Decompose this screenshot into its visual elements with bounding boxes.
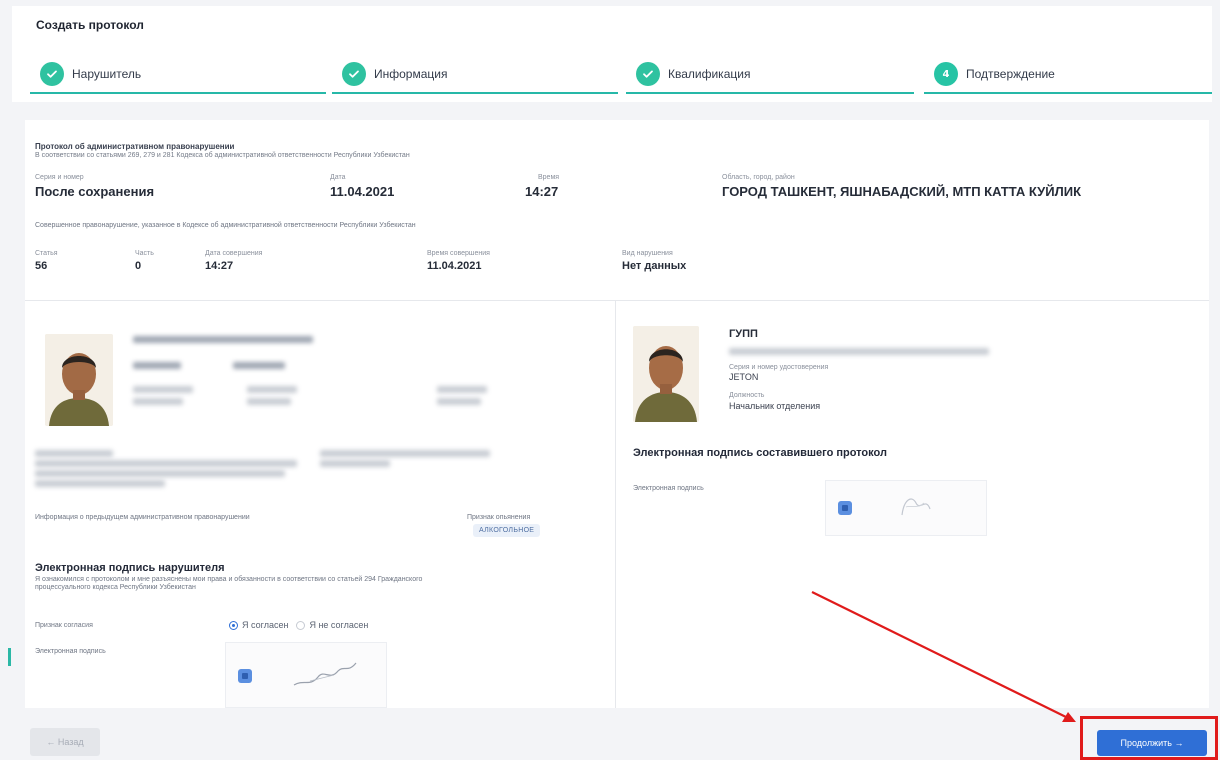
protocol-title: Протокол об административном правонаруше…	[35, 142, 235, 151]
column-divider	[615, 301, 616, 708]
scroll-indicator	[8, 648, 11, 666]
redacted-text	[35, 480, 165, 487]
time-label: Время	[538, 174, 560, 181]
article-label: Статья	[35, 250, 58, 257]
radio-dot-icon	[229, 620, 238, 630]
page-title: Создать протокол	[36, 18, 144, 32]
protocol-card: Протокол об административном правонаруше…	[25, 120, 1209, 708]
consent-no-label: Я не согласен	[309, 620, 369, 630]
step-label: Нарушитель	[72, 67, 142, 81]
redacted-text	[437, 386, 487, 393]
page: Создать протокол Нарушитель Информация К…	[0, 0, 1220, 760]
radio-dot-icon	[296, 620, 306, 630]
redacted-text	[437, 398, 481, 405]
time-value: 14:27	[525, 184, 559, 199]
redacted-text	[35, 460, 297, 467]
signature-scribble-icon	[901, 498, 931, 516]
violator-sig-title: Электронная подпись нарушителя	[35, 562, 225, 574]
step-qualification[interactable]: Квалификация	[626, 56, 914, 94]
redacted-text	[35, 450, 113, 457]
officer-sig-title: Электронная подпись составившего протоко…	[633, 447, 887, 459]
redacted-text	[133, 398, 183, 405]
redacted-text	[320, 460, 390, 467]
date-value: 11.04.2021	[330, 184, 395, 199]
position-value: Начальник отделения	[729, 401, 821, 411]
redacted-text	[729, 348, 989, 355]
cert-value: JETON	[729, 372, 759, 382]
step-confirmation[interactable]: 4 Подтверждение	[924, 56, 1212, 94]
check-icon	[636, 62, 660, 86]
redacted-text	[133, 336, 313, 343]
header-card: Создать протокол Нарушитель Информация К…	[12, 6, 1212, 102]
step-number-badge: 4	[934, 62, 958, 86]
redacted-text	[247, 398, 291, 405]
violator-sig-note: Я ознакомился с протоколом и мне разъясн…	[35, 576, 423, 583]
consent-label: Признак согласия	[35, 622, 93, 629]
consent-yes-label: Я согласен	[242, 620, 289, 630]
redacted-text	[133, 386, 193, 393]
violation-type-value: Нет данных	[622, 260, 687, 272]
commit-date-value: 14:27	[205, 260, 234, 272]
violator-signature-box[interactable]	[225, 642, 387, 708]
redacted-text	[133, 362, 181, 369]
stepper: Нарушитель Информация Квалификация 4 Под…	[30, 56, 1214, 96]
intox-badge: АЛКОГОЛЬНОЕ	[473, 524, 541, 537]
consent-no-radio[interactable]: Я не согласен	[296, 620, 368, 630]
consent-radio-group: Я согласен Я не согласен	[229, 620, 376, 630]
redacted-text	[320, 450, 490, 457]
article-value: 56	[35, 260, 48, 272]
commit-time-label: Время совершения	[427, 250, 490, 257]
violation-type-label: Вид нарушения	[622, 250, 673, 257]
check-icon	[40, 62, 64, 86]
region-label: Область, город, район	[722, 174, 795, 181]
back-button[interactable]: ← Назад	[30, 728, 100, 756]
position-label: Должность	[729, 392, 765, 399]
date-label: Дата	[330, 174, 346, 181]
section-divider	[25, 300, 1209, 301]
step-information[interactable]: Информация	[332, 56, 618, 94]
violator-sig-note: процессуального кодекса Республики Узбек…	[35, 584, 196, 591]
prev-info-label: Информация о предыдущем административном…	[35, 514, 250, 521]
officer-esign-label: Электронная подпись	[633, 485, 704, 492]
protocol-subtitle: В соответствии со статьями 269, 279 и 28…	[35, 152, 410, 159]
step-label: Информация	[374, 67, 448, 81]
officer-photo	[633, 326, 699, 422]
violator-esign-label: Электронная подпись	[35, 648, 106, 655]
intox-label: Признак опьянения	[467, 514, 531, 521]
consent-yes-radio[interactable]: Я согласен	[229, 620, 288, 630]
redacted-text	[233, 362, 285, 369]
qr-icon	[838, 501, 852, 515]
redacted-text	[247, 386, 297, 393]
commit-time-value: 11.04.2021	[427, 260, 482, 272]
officer-unit: ГУПП	[729, 328, 758, 340]
series-value: После сохранения	[35, 184, 155, 199]
series-label: Серия и номер	[35, 174, 84, 181]
check-icon	[342, 62, 366, 86]
commit-date-label: Дата совершения	[205, 250, 263, 257]
offense-note: Совершенное правонарушение, указанное в …	[35, 222, 416, 229]
qr-icon	[238, 669, 252, 683]
step-label: Квалификация	[668, 67, 751, 81]
step-label: Подтверждение	[966, 67, 1055, 81]
cert-label: Серия и номер удостоверения	[729, 364, 829, 371]
officer-signature-box[interactable]	[825, 480, 987, 536]
redacted-text	[35, 470, 285, 477]
signature-scribble-icon	[293, 662, 357, 686]
part-label: Часть	[135, 250, 154, 257]
part-value: 0	[135, 260, 142, 272]
annotation-highlight-box	[1080, 716, 1218, 760]
violator-photo	[45, 334, 113, 426]
step-violator[interactable]: Нарушитель	[30, 56, 326, 94]
region-value: ГОРОД ТАШКЕНТ, ЯШНАБАДСКИЙ, МТП КАТТА КУ…	[722, 184, 1082, 199]
